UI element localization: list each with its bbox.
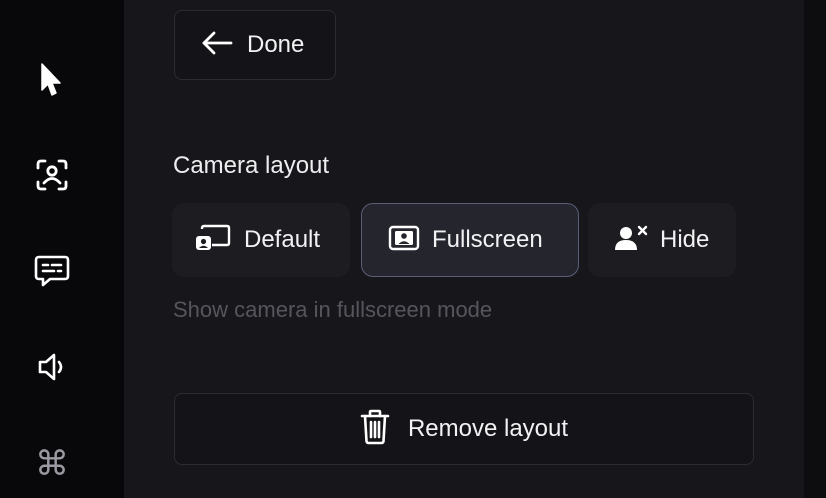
tool-sidebar: ⌘	[0, 0, 124, 498]
fullscreen-person-icon	[388, 225, 420, 256]
sidebar-item-cursor[interactable]	[28, 56, 76, 104]
app-window: ⌘ Done Camera layout Default Fullscreen …	[0, 0, 826, 498]
cursor-icon	[39, 62, 65, 98]
caption-bubble-icon	[34, 254, 70, 288]
remove-layout-label: Remove layout	[407, 415, 569, 442]
layout-option-fullscreen-label: Fullscreen	[432, 226, 543, 253]
layout-option-fullscreen[interactable]: Fullscreen	[361, 203, 579, 277]
remove-layout-button[interactable]: Remove layout	[174, 393, 754, 465]
hide-person-icon	[614, 224, 648, 257]
layout-option-default-label: Default	[244, 226, 321, 253]
camera-layout-title: Camera layout	[173, 152, 330, 179]
command-icon: ⌘	[35, 444, 69, 484]
layout-hint-text: Show camera in fullscreen mode	[173, 297, 493, 322]
arrow-left-icon	[201, 30, 233, 61]
sidebar-item-camera[interactable]	[28, 151, 76, 199]
sidebar-item-audio[interactable]	[28, 343, 76, 391]
right-edge-strip	[804, 0, 826, 498]
layout-option-hide[interactable]: Hide	[588, 203, 736, 277]
layout-settings-panel: Done Camera layout Default Fullscreen Hi…	[124, 0, 804, 498]
done-button[interactable]: Done	[174, 10, 336, 80]
layout-option-default[interactable]: Default	[172, 203, 350, 277]
sidebar-item-captions[interactable]	[28, 247, 76, 295]
trash-icon	[360, 409, 390, 450]
speaker-icon	[36, 351, 68, 383]
sidebar-item-shortcuts[interactable]: ⌘	[28, 440, 76, 488]
done-label: Done	[247, 31, 305, 58]
camera-frame-icon	[35, 158, 69, 192]
default-layout-icon	[194, 223, 232, 258]
layout-option-hide-label: Hide	[660, 226, 710, 253]
